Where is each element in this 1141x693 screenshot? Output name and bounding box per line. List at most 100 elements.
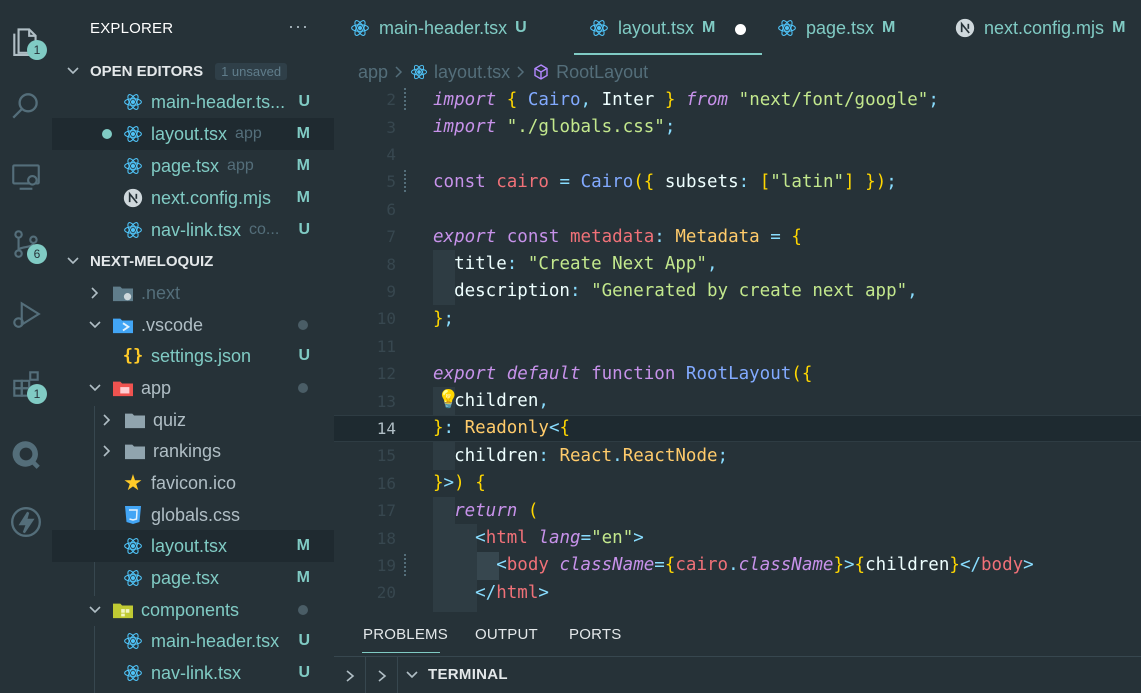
panel-toggle-button[interactable] <box>366 657 398 693</box>
react-icon <box>410 63 428 81</box>
tree-folder-rankings[interactable]: rankings <box>52 435 334 467</box>
tab-layout[interactable]: layout.tsx M <box>589 0 715 56</box>
more-actions-button[interactable]: ··· <box>288 16 309 37</box>
folder-icon <box>112 282 134 304</box>
open-editor-item[interactable]: main-header.ts... U <box>52 86 334 118</box>
react-icon <box>122 219 144 241</box>
quokka-button[interactable] <box>0 428 52 480</box>
components-folder-icon <box>112 599 134 621</box>
star-icon: ★ <box>123 470 143 495</box>
code-text: }>) { <box>433 473 486 494</box>
line-number: 19 <box>376 555 396 575</box>
search-activity-button[interactable] <box>0 80 52 132</box>
chevron-right-icon <box>345 669 354 682</box>
open-editor-name: page.tsx <box>151 155 220 176</box>
folder-icon <box>124 409 146 431</box>
chevron-right-icon <box>88 286 104 300</box>
chevron-right-icon <box>100 444 116 458</box>
git-status: U <box>298 347 310 364</box>
project-label: NEXT-MELOQUIZ <box>90 252 214 270</box>
breadcrumb-item[interactable]: layout.tsx <box>434 62 510 83</box>
git-status: U <box>298 221 310 238</box>
lightbulb-icon[interactable]: 💡 <box>437 389 459 410</box>
editor-area: main-header.tsx U layout.tsx M page.tsx … <box>334 0 1141 693</box>
terminal-section[interactable]: TERMINAL <box>334 656 1141 693</box>
tree-file-settings[interactable]: {} settings.json U <box>52 340 334 372</box>
code-text: }: Readonly<{ <box>433 418 571 439</box>
tree-file-globals[interactable]: globals.css <box>52 499 334 531</box>
tree-folder-components[interactable]: components <box>52 594 334 626</box>
run-debug-button[interactable] <box>0 288 52 340</box>
code-line: 13 children, 💡 <box>334 387 1141 414</box>
thunder-button[interactable] <box>0 496 52 548</box>
project-header[interactable]: NEXT-MELOQUIZ <box>66 247 213 275</box>
breadcrumb-item[interactable]: app <box>358 62 388 83</box>
code-line: 7 export const metadata: Metadata = { <box>334 223 1141 250</box>
line-number: 3 <box>386 117 396 137</box>
tab-main-header[interactable]: main-header.tsx U <box>350 0 527 56</box>
tree-folder-app[interactable]: app <box>52 372 334 404</box>
react-icon <box>777 18 797 38</box>
git-status: M <box>296 569 310 586</box>
react-icon <box>122 567 144 589</box>
unsaved-dot <box>102 129 112 139</box>
open-editor-item[interactable]: next.config.mjs M <box>52 182 334 214</box>
code-line: 20 </html> <box>334 579 1141 606</box>
tab-problems[interactable]: PROBLEMS <box>363 626 448 643</box>
explorer-badge: 1 <box>27 40 47 60</box>
git-status: M <box>296 157 310 174</box>
tree-folder-quiz[interactable]: quiz <box>52 404 334 436</box>
tab-label: layout.tsx <box>618 17 695 38</box>
tab-page[interactable]: page.tsx M <box>777 0 895 56</box>
source-control-button[interactable]: 6 <box>0 218 52 270</box>
tree-item-name: .next <box>141 282 181 303</box>
line-number: 13 <box>376 391 396 411</box>
remote-explorer-button[interactable] <box>0 150 52 202</box>
active-tab-indicator <box>574 53 762 55</box>
tree-file-favicon[interactable]: ★ favicon.ico <box>52 467 334 499</box>
chevron-down-icon <box>66 64 82 78</box>
tree-file-layout[interactable]: layout.tsx M <box>52 530 334 562</box>
tab-next-config[interactable]: next.config.mjs M <box>955 0 1125 56</box>
chevron-down-icon <box>88 603 104 617</box>
tab-ports[interactable]: PORTS <box>569 626 621 643</box>
tree-folder-next[interactable]: .next <box>52 277 334 309</box>
git-status: M <box>296 189 310 206</box>
folder-status-dot <box>298 320 308 330</box>
code-text: export default function RootLayout({ <box>433 363 813 384</box>
react-icon <box>122 662 144 684</box>
run-debug-icon <box>13 301 41 328</box>
open-editors-header[interactable]: OPEN EDITORS 1 unsaved <box>66 57 288 85</box>
chevron-down-icon <box>88 381 104 395</box>
tree-folder-vscode[interactable]: .vscode <box>52 309 334 341</box>
code-text: description: "Generated by create next a… <box>433 281 918 302</box>
react-icon <box>122 535 144 557</box>
tab-output[interactable]: OUTPUT <box>475 626 538 643</box>
line-number: 11 <box>376 336 396 356</box>
code-editor[interactable]: 2 import { Cairo, Inter } from "next/fon… <box>334 86 1141 612</box>
tree-item-name: main-header.tsx <box>151 630 280 651</box>
code-line: 4 <box>334 141 1141 168</box>
open-editor-item[interactable]: nav-link.tsx co... U <box>52 214 334 246</box>
tab-label: next.config.mjs <box>984 17 1105 38</box>
modified-gutter <box>404 553 407 576</box>
extensions-button[interactable]: 1 <box>0 358 52 410</box>
open-editor-name: layout.tsx <box>151 123 228 144</box>
panel-toggle-button[interactable] <box>334 657 366 693</box>
extensions-badge: 1 <box>27 384 47 404</box>
vscode-folder-icon <box>112 314 134 336</box>
explorer-activity-button[interactable]: 1 <box>0 14 52 66</box>
code-line: 15 children: React.ReactNode; <box>334 442 1141 469</box>
chevron-right-icon <box>515 65 527 79</box>
tree-file-main-header[interactable]: main-header.tsx U <box>52 625 334 657</box>
breadcrumb-item[interactable]: RootLayout <box>556 62 648 83</box>
tree-file-nav-link[interactable]: nav-link.tsx U <box>52 657 334 689</box>
unsaved-dot[interactable] <box>735 24 746 35</box>
open-editor-item-active[interactable]: layout.tsx app M <box>52 118 334 150</box>
quokka-icon <box>12 441 40 469</box>
tree-file-page[interactable]: page.tsx M <box>52 562 334 594</box>
line-number: 12 <box>376 364 396 384</box>
line-number: 15 <box>376 446 396 466</box>
open-editor-item[interactable]: page.tsx app M <box>52 150 334 182</box>
panel-tabs: PROBLEMS OUTPUT PORTS <box>334 612 1141 656</box>
